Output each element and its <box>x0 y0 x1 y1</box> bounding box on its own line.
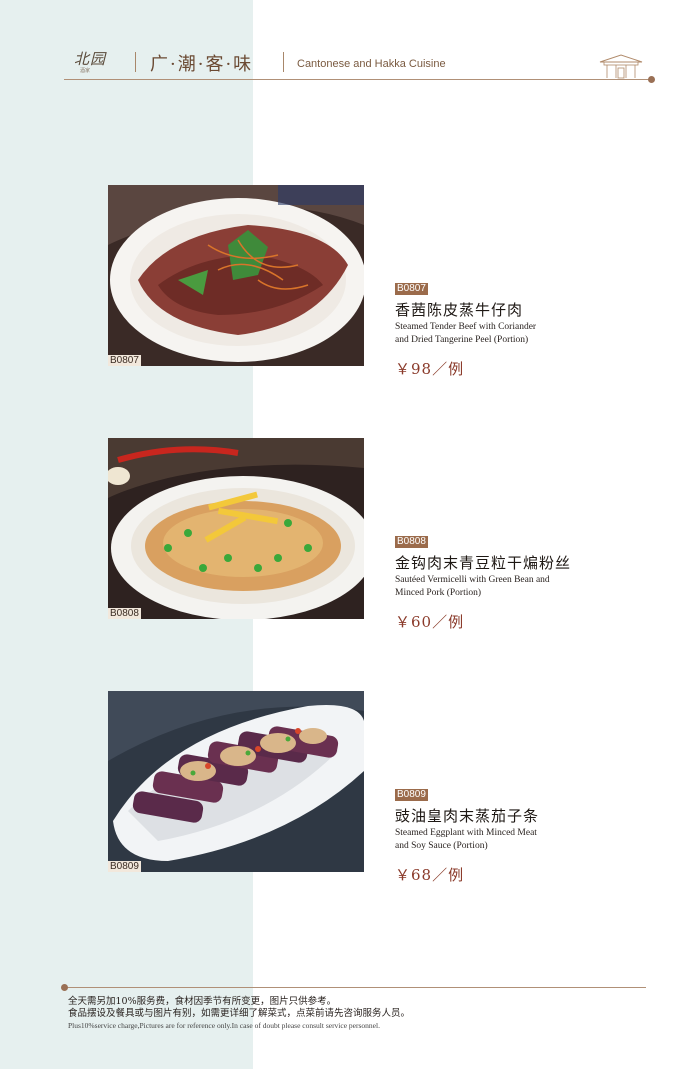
logo-subtext: 酒家 <box>80 68 91 74</box>
item-name-cn: 香茜陈皮蒸牛仔肉 <box>395 301 524 319</box>
item-name-en-line1: Sautéed Vermicelli with Green Bean and <box>395 575 550 585</box>
item-code-badge: B0809 <box>395 789 428 801</box>
menu-item: B0808 金钩肉末青豆粒干煸粉丝 Sautéed Vermicelli wit… <box>395 529 595 632</box>
section-title-en: Cantonese and Hakka Cuisine <box>297 58 446 70</box>
pavilion-icon <box>599 54 643 79</box>
dish-photo-eggplant: B0809 <box>108 691 364 872</box>
footer-rule <box>66 987 646 988</box>
item-code-badge: B0807 <box>395 283 428 295</box>
item-name-en-line1: Steamed Eggplant with Minced Meat <box>395 828 537 838</box>
footer-notice-line3: Plus10%service charge,Pictures are for r… <box>68 1021 380 1030</box>
menu-item: B0807 香茜陈皮蒸牛仔肉 Steamed Tender Beef with … <box>395 276 595 379</box>
photo-code-label: B0809 <box>108 861 141 872</box>
header-rule-dot <box>648 76 655 83</box>
dish-photo-beef: B0807 <box>108 185 364 366</box>
dish-photo-vermicelli: B0808 <box>108 438 364 619</box>
page-header: 北园 酒家 广·潮·客·味 Cantonese and Hakka Cuisin… <box>0 0 700 90</box>
header-divider <box>283 52 284 72</box>
footer-notice-line1: 全天需另加10%服务费，食材因季节有所变更，图片只供参考。 <box>68 996 337 1007</box>
item-name-en-line2: and Dried Tangerine Peel (Portion) <box>395 335 529 345</box>
header-divider <box>135 52 136 72</box>
photo-code-label: B0808 <box>108 608 141 619</box>
item-name-en-line2: and Soy Sauce (Portion) <box>395 841 488 851</box>
item-name-cn: 金钩肉末青豆粒干煸粉丝 <box>395 554 572 572</box>
footer-notice: 全天需另加10%服务费，食材因季节有所变更，图片只供参考。 食品摆设及餐具或与图… <box>68 996 668 1031</box>
restaurant-logo: 北园 酒家 <box>66 48 128 76</box>
item-price: ￥98／例 <box>395 360 465 378</box>
item-price: ￥60／例 <box>395 613 465 631</box>
footer-notice-line2: 食品摆设及餐具或与图片有别，如需更详细了解菜式，点菜前请先咨询服务人员。 <box>68 1008 411 1019</box>
item-name-en-line2: Minced Pork (Portion) <box>395 588 482 598</box>
logo-text: 北园 <box>74 50 107 68</box>
item-code-badge: B0808 <box>395 536 428 548</box>
header-rule <box>64 79 654 80</box>
item-name-cn: 豉油皇肉末蒸茄子条 <box>395 807 540 825</box>
menu-item: B0809 豉油皇肉末蒸茄子条 Steamed Eggplant with Mi… <box>395 782 595 885</box>
item-name-en-line1: Steamed Tender Beef with Coriander <box>395 322 537 332</box>
footer-rule-dot <box>61 984 68 991</box>
photo-code-label: B0807 <box>108 355 141 366</box>
section-title-cn: 广·潮·客·味 <box>150 54 254 75</box>
item-price: ￥68／例 <box>395 866 465 884</box>
